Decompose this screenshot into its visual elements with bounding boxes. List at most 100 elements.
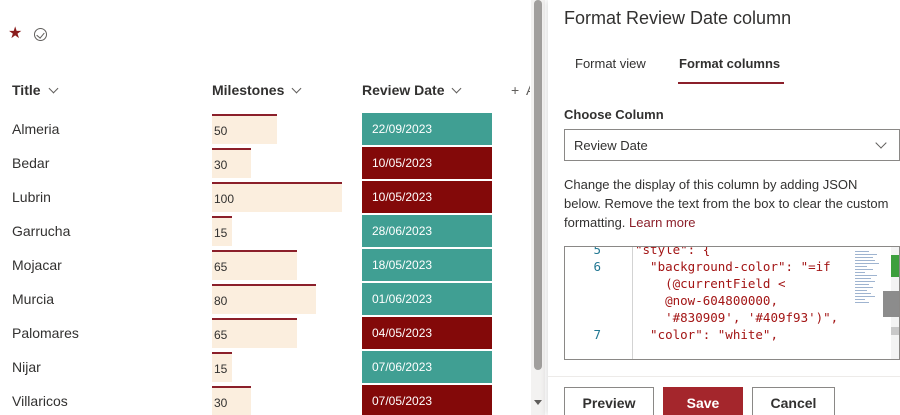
minimap-line [855, 299, 865, 300]
row-title: Murcia [12, 291, 55, 307]
row-title: Bedar [12, 155, 50, 171]
chevron-down-icon [291, 83, 302, 93]
column-header-milestones[interactable]: Milestones [212, 82, 302, 98]
milestones-value: 65 [214, 260, 228, 274]
code-line: @now-604800000, [635, 293, 778, 308]
chevron-down-icon [48, 83, 58, 93]
milestones-value: 30 [214, 158, 228, 172]
minimap-line [855, 263, 879, 264]
editor-scroll-marker [891, 255, 899, 277]
row-review-date: 07/05/2023 [362, 385, 492, 415]
chevron-down-icon [452, 83, 462, 93]
minimap-line [855, 296, 875, 297]
code-line: "background-color": "=if [635, 259, 831, 274]
minimap-line [855, 284, 869, 285]
editor-scroll-marker-2 [891, 327, 899, 335]
list-row[interactable]: Bedar 30 10/05/2023 [0, 146, 530, 180]
column-header-truncated[interactable]: A [526, 82, 530, 98]
choose-column-dropdown[interactable]: Review Date [564, 129, 900, 161]
list-row[interactable]: Palomares 65 04/05/2023 [0, 316, 530, 350]
list-row[interactable]: Garrucha 15 28/06/2023 [0, 214, 530, 248]
panel-title: Format Review Date column [564, 8, 792, 28]
column-header-title[interactable]: Title [12, 82, 58, 98]
column-header-milestones-label: Milestones [212, 82, 285, 98]
list-view: ★ Title Milestones Review Date + A Almer… [0, 0, 530, 415]
row-review-date: 04/05/2023 [362, 317, 492, 349]
code-line: "color": "white", [635, 327, 778, 342]
editor-scroll-thumb[interactable] [883, 291, 899, 317]
milestones-value: 100 [214, 192, 235, 206]
format-description-text: Change the display of this column by add… [564, 177, 889, 230]
code-line: '#830909', '#409f93')", [635, 310, 839, 325]
minimap-line [855, 278, 871, 279]
check-circle-icon[interactable] [34, 28, 47, 41]
line-number: 7 [593, 327, 601, 342]
milestones-value: 15 [214, 362, 228, 376]
minimap-line [855, 260, 875, 261]
minimap-line [855, 293, 871, 294]
add-column-button[interactable]: + [511, 82, 519, 98]
list-row[interactable]: Villaricos 30 07/05/2023 [0, 384, 530, 415]
choose-column-label: Choose Column [564, 107, 664, 122]
row-title: Nijar [12, 359, 41, 375]
active-tab-indicator [678, 82, 784, 84]
list-row[interactable]: Almeria 50 22/09/2023 [0, 112, 530, 146]
footer-divider [548, 376, 900, 377]
list-row[interactable]: Nijar 15 07/06/2023 [0, 350, 530, 384]
minimap-line [855, 290, 867, 291]
row-title: Almeria [12, 121, 60, 137]
minimap-line [855, 287, 873, 288]
line-number: 5 [593, 246, 601, 257]
minimap-line [855, 281, 875, 282]
minimap-line [855, 251, 869, 252]
minimap-line [855, 266, 867, 267]
minimap-line [855, 257, 873, 258]
column-header-review-date-label: Review Date [362, 82, 445, 98]
row-review-date: 22/09/2023 [362, 113, 492, 145]
list-scrollbar-thumb[interactable] [534, 0, 542, 370]
minimap-line [855, 302, 869, 303]
tab-format-columns[interactable]: Format columns [679, 56, 780, 71]
column-header-title-label: Title [12, 82, 41, 98]
choose-column-value: Review Date [574, 138, 648, 153]
cancel-button[interactable]: Cancel [752, 387, 835, 415]
minimap-line [855, 269, 873, 270]
line-number: 6 [593, 259, 601, 274]
list-row[interactable]: Mojacar 65 18/05/2023 [0, 248, 530, 282]
format-column-panel: Format Review Date column Format view Fo… [548, 0, 900, 415]
minimap-line [855, 272, 865, 273]
json-editor[interactable]: 5 "style": { 6 "background-color": "=if (@… [564, 246, 900, 360]
learn-more-link[interactable]: Learn more [629, 215, 695, 230]
save-button[interactable]: Save [663, 387, 743, 415]
row-review-date: 10/05/2023 [362, 181, 492, 213]
code-line: (@currentField < [635, 276, 786, 291]
chevron-down-icon [875, 137, 887, 149]
code-line: "style": { [635, 246, 711, 257]
row-review-date: 07/06/2023 [362, 351, 492, 383]
format-description: Change the display of this column by add… [564, 175, 894, 232]
row-title: Garrucha [12, 223, 71, 239]
row-review-date: 18/05/2023 [362, 249, 492, 281]
preview-button[interactable]: Preview [564, 387, 654, 415]
row-title: Villaricos [12, 393, 68, 409]
milestones-value: 15 [214, 226, 228, 240]
tab-format-view[interactable]: Format view [575, 56, 646, 71]
row-review-date: 10/05/2023 [362, 147, 492, 179]
milestones-bar [212, 284, 316, 314]
row-review-date: 28/06/2023 [362, 215, 492, 247]
row-title: Mojacar [12, 257, 62, 273]
row-title: Palomares [12, 325, 79, 341]
milestones-value: 50 [214, 124, 228, 138]
scroll-down-arrow-icon[interactable] [534, 400, 542, 405]
minimap-line [855, 254, 877, 255]
row-title: Lubrin [12, 189, 51, 205]
minimap-line [855, 275, 877, 276]
list-row[interactable]: Lubrin 100 10/05/2023 [0, 180, 530, 214]
milestones-value: 65 [214, 328, 228, 342]
list-row[interactable]: Murcia 80 01/06/2023 [0, 282, 530, 316]
milestones-value: 80 [214, 294, 228, 308]
indent-guide [632, 247, 633, 359]
star-icon[interactable]: ★ [8, 26, 22, 42]
milestones-value: 30 [214, 396, 228, 410]
column-header-review-date[interactable]: Review Date [362, 82, 462, 98]
